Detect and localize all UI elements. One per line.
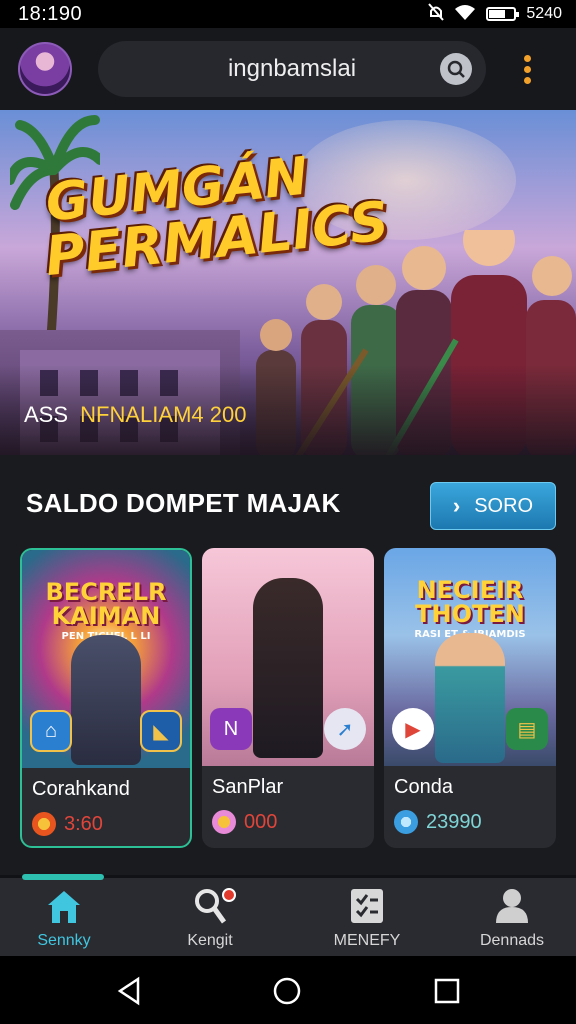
character-figure	[435, 633, 505, 763]
card-price-value: 23990	[426, 810, 482, 833]
character-figure	[71, 635, 141, 765]
see-more-button[interactable]: › SORO	[430, 482, 556, 530]
nav-item-menu[interactable]: MENEFY	[307, 886, 427, 954]
nav-item-search[interactable]: Kengit	[150, 886, 270, 954]
see-more-label: SORO	[474, 494, 534, 517]
n-badge-icon: N	[210, 708, 252, 750]
card-art-title: NECIEIR THOTEN RASI ET & IBIAMDIS	[384, 578, 556, 640]
checklist-icon	[307, 886, 427, 926]
card-name: Corahkand	[32, 778, 130, 800]
rocket-badge-icon: ➚	[324, 708, 366, 750]
card-art: NECIEIR THOTEN RASI ET & IBIAMDIS ▶ ▤	[384, 548, 556, 766]
banner-caption-prefix: ASS	[24, 402, 69, 427]
recents-icon[interactable]	[432, 976, 462, 1006]
card-price-value: 3:60	[64, 812, 103, 835]
card-art: BECRELR KAIMAN PEN TICHEL L LI ⌂ ◣	[22, 550, 190, 768]
wifi-icon	[454, 4, 476, 25]
profile-icon	[452, 886, 572, 926]
top-bar: ingnbamslai	[0, 28, 576, 110]
card-price: 23990	[394, 810, 482, 834]
game-card[interactable]: N ➚ SanPlar 000	[202, 548, 374, 848]
coin-icon	[394, 810, 418, 834]
nav-label: Sennky	[37, 932, 91, 949]
search-icon[interactable]	[440, 53, 472, 85]
card-art-title-line2: KAIMAN	[51, 602, 161, 630]
avatar[interactable]	[18, 42, 72, 96]
home-icon	[4, 886, 124, 926]
search-bar[interactable]: ingnbamslai	[98, 41, 486, 97]
card-name: SanPlar	[212, 776, 284, 798]
coin-icon	[32, 812, 56, 836]
nav-item-home[interactable]: Sennky	[4, 886, 124, 954]
game-card[interactable]: NECIEIR THOTEN RASI ET & IBIAMDIS ▶ ▤ Co…	[384, 548, 556, 848]
notification-dot	[222, 888, 236, 902]
banner-caption: ASS NFNALIAM4 200	[24, 402, 246, 428]
card-price-value: 000	[244, 810, 278, 833]
battery-icon	[486, 7, 520, 21]
home-circle-icon[interactable]	[272, 976, 302, 1006]
card-name: Conda	[394, 776, 453, 798]
card-art-title: BECRELR KAIMAN PEN TICHEL L LI	[22, 580, 190, 642]
card-art-title-line2: THOTEN	[415, 600, 525, 628]
nav-label: Dennads	[479, 932, 545, 949]
mute-icon	[428, 2, 445, 26]
nav-item-profile[interactable]: Dennads	[452, 886, 572, 954]
nav-label: Kengit	[187, 932, 233, 949]
card-art: N ➚	[202, 548, 374, 766]
status-bar: 18:190 5240	[0, 0, 576, 28]
status-time: 18:190	[18, 2, 83, 25]
game-card[interactable]: BECRELR KAIMAN PEN TICHEL L LI ⌂ ◣ Corah…	[20, 548, 192, 848]
card-price: 000	[212, 810, 277, 834]
arrow-badge-icon: ◣	[140, 710, 182, 752]
play-badge-icon: ▶	[392, 708, 434, 750]
search-person-icon	[150, 886, 270, 926]
section-title: SALDO DOMPET MAJAK	[26, 488, 341, 518]
status-right-text: 5240	[526, 5, 562, 22]
search-input[interactable]: ingnbamslai	[228, 55, 356, 83]
more-vertical-icon[interactable]	[524, 54, 531, 84]
status-icons: 5240	[428, 2, 562, 26]
nav-label: MENEFY	[333, 932, 401, 949]
home-badge-icon: ⌂	[30, 710, 72, 752]
card-price: 3:60	[32, 812, 103, 836]
coin-icon	[212, 810, 236, 834]
back-icon[interactable]	[114, 976, 144, 1006]
chevron-right-icon: ›	[452, 493, 461, 518]
character-figure	[253, 578, 323, 758]
book-badge-icon: ▤	[506, 708, 548, 750]
banner-caption-highlight: NFNALIAM4 200	[80, 402, 247, 427]
nav-active-indicator	[22, 874, 104, 880]
